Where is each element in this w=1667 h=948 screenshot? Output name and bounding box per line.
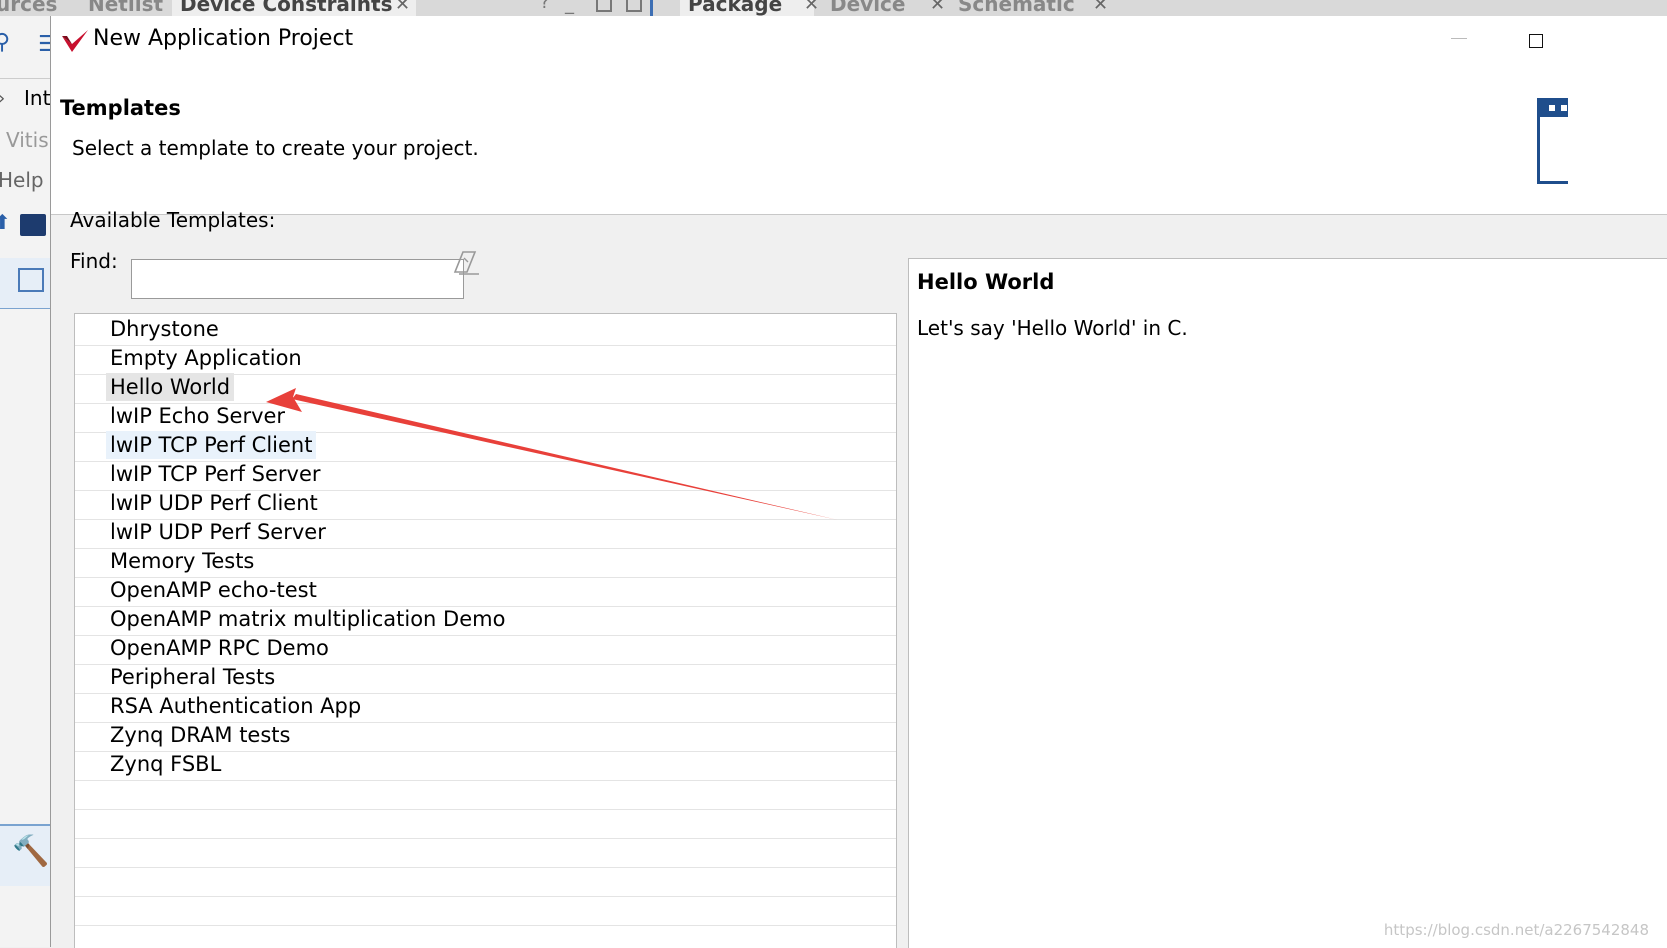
template-label: Zynq DRAM tests [110, 723, 291, 747]
bg-divider [650, 0, 653, 16]
template-label: RSA Authentication App [110, 694, 362, 718]
minimize-icon[interactable]: _ [565, 0, 574, 15]
list-item-selected[interactable]: Hello World [75, 372, 896, 404]
page-subtitle: Select a template to create your project… [72, 136, 479, 160]
list-item[interactable]: OpenAMP matrix multiplication Demo [75, 604, 896, 636]
bg-tab-close-icon[interactable]: ✕ [395, 0, 410, 15]
bg-separator [0, 78, 50, 79]
dialog-title: New Application Project [93, 26, 354, 51]
list-item[interactable]: Peripheral Tests [75, 662, 896, 694]
list-item-empty [75, 807, 896, 839]
bg-tab-device[interactable]: Device [830, 0, 905, 16]
bg-tab-netlist[interactable]: Netlist [88, 0, 163, 16]
template-label: lwIP UDP Perf Client [110, 491, 318, 515]
template-label: Zynq FSBL [110, 752, 222, 776]
template-label: lwIP TCP Perf Client [106, 431, 317, 459]
description-title: Hello World [917, 270, 1055, 294]
maximize-icon[interactable] [626, 0, 642, 12]
template-label: lwIP TCP Perf Server [110, 462, 321, 486]
restore-icon[interactable] [596, 0, 612, 12]
page-title: Templates [60, 96, 181, 120]
bg-tab-sources[interactable]: urces [0, 0, 57, 16]
template-label: lwIP Echo Server [110, 404, 286, 428]
list-item[interactable]: lwIP UDP Perf Server [75, 517, 896, 549]
list-item[interactable]: lwIP Echo Server [75, 401, 896, 433]
bg-tab-schematic[interactable]: Schematic [958, 0, 1075, 16]
banner-dot [1561, 105, 1567, 111]
list-item[interactable]: lwIP TCP Perf Server [75, 459, 896, 491]
description-text: Let's say 'Hello World' in C. [917, 316, 1188, 340]
list-item[interactable]: Dhrystone [75, 314, 896, 346]
template-label: lwIP UDP Perf Server [110, 520, 326, 544]
template-label: Memory Tests [110, 549, 255, 573]
bg-item-vitis[interactable]: Vitis [6, 128, 49, 152]
bg-tab-device-constraints[interactable]: Device Constraints [172, 0, 416, 16]
bg-item-integrated[interactable]: Inte [24, 86, 50, 110]
help-icon[interactable]: ? [540, 0, 550, 13]
template-label: Peripheral Tests [110, 665, 276, 689]
template-label: Empty Application [110, 346, 302, 370]
wizard-banner-icon [1537, 98, 1568, 184]
list-item-empty [75, 778, 896, 810]
window-icon[interactable] [18, 268, 44, 292]
find-label: Find: [70, 249, 118, 273]
list-item[interactable]: Memory Tests [75, 546, 896, 578]
bg-tab-package[interactable]: Package [680, 0, 814, 16]
terminal-icon[interactable] [20, 214, 46, 236]
template-label: OpenAMP matrix multiplication Demo [110, 607, 506, 631]
list-item[interactable]: Zynq FSBL [75, 749, 896, 781]
available-templates-label: Available Templates: [70, 208, 276, 232]
bg-tab-close-icon[interactable]: ✕ [930, 0, 945, 15]
list-item[interactable]: RSA Authentication App [75, 691, 896, 723]
template-label: OpenAMP echo-test [110, 578, 317, 602]
wizard-header: Templates Select a template to create yo… [51, 66, 1667, 215]
background-ide-tabbar: urces Netlist Device Constraints ✕ ? _ P… [0, 0, 1667, 17]
bg-tab-close-icon[interactable]: ✕ [804, 0, 819, 15]
template-description-panel: Hello World Let's say 'Hello World' in C… [908, 258, 1667, 948]
list-item-empty [75, 865, 896, 897]
list-item[interactable]: Zynq DRAM tests [75, 720, 896, 752]
background-ide-left-panel: ⚲ ☰ › Inte Vitis Help ⬆ 🔨 [0, 16, 50, 947]
collapse-all-icon[interactable]: ☰ [38, 32, 50, 57]
clear-find-icon[interactable] [453, 250, 481, 276]
dialog-titlebar: New Application Project [51, 16, 1667, 66]
minimize-button[interactable] [1451, 38, 1467, 39]
template-label: OpenAMP RPC Demo [110, 636, 329, 660]
shirt-icon[interactable]: ⬆ [0, 210, 11, 234]
list-item[interactable]: OpenAMP RPC Demo [75, 633, 896, 665]
hammer-icon[interactable]: 🔨 [12, 834, 49, 869]
list-item[interactable]: Empty Application [75, 343, 896, 375]
list-item[interactable]: OpenAMP echo-test [75, 575, 896, 607]
watermark: https://blog.csdn.net/a2267542848 [1383, 921, 1649, 939]
bg-tab-close-icon[interactable]: ✕ [1093, 0, 1108, 15]
banner-dot [1549, 105, 1555, 111]
bg-item-help[interactable]: Help [0, 168, 44, 192]
maximize-button[interactable] [1529, 34, 1543, 48]
list-item[interactable]: lwIP UDP Perf Client [75, 488, 896, 520]
list-item-empty [75, 894, 896, 926]
search-icon[interactable]: ⚲ [0, 30, 10, 55]
find-input[interactable] [131, 259, 464, 299]
expand-arrow-icon[interactable]: › [0, 88, 5, 109]
templates-list[interactable]: Dhrystone Empty Application Hello World … [74, 313, 897, 948]
template-label: Hello World [106, 373, 235, 401]
list-item-hovered[interactable]: lwIP TCP Perf Client [75, 430, 896, 462]
list-item-empty [75, 836, 896, 868]
vitis-logo-icon [62, 30, 88, 52]
new-application-project-dialog: New Application Project Templates Select… [50, 16, 1667, 948]
template-label: Dhrystone [110, 317, 219, 341]
